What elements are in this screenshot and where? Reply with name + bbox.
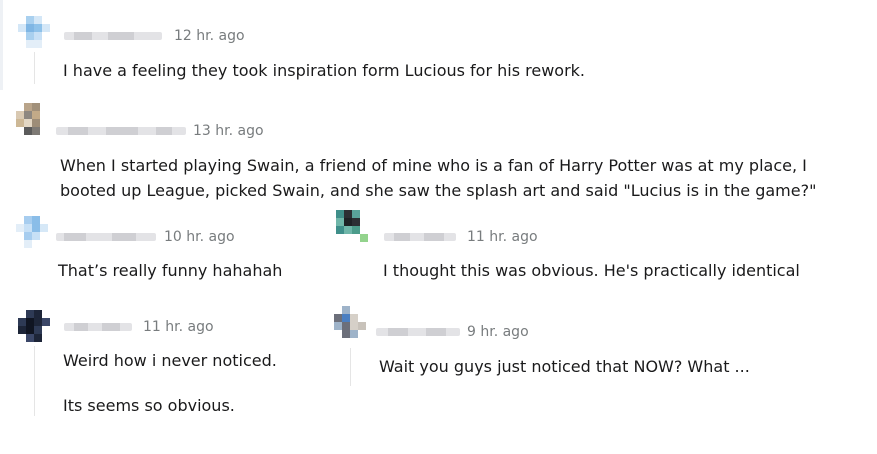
avatar[interactable] — [18, 16, 50, 48]
avatar-pixel — [350, 330, 358, 338]
comment-body: I have a feeling they took inspiration f… — [63, 61, 586, 80]
avatar-pixel — [34, 24, 42, 32]
comment-body: I thought this was obvious. He's practic… — [383, 261, 800, 280]
avatar-pixel — [18, 24, 26, 32]
avatar-pixel — [32, 127, 40, 135]
avatar-pixel — [34, 310, 42, 318]
avatar-pixel — [34, 40, 42, 48]
comment-body-line: Its seems so obvious. — [63, 396, 235, 415]
avatar-pixel — [334, 322, 342, 330]
avatar[interactable] — [18, 310, 50, 342]
avatar-pixel — [32, 119, 40, 127]
comment: 11 hr. ago I thought this was obvious. H… — [320, 210, 877, 290]
avatar-pixel — [360, 234, 368, 242]
avatar-pixel — [26, 334, 34, 342]
avatar-pixel — [24, 127, 32, 135]
avatar-pixel — [352, 210, 360, 218]
comment: 9 hr. ago Wait you guys just noticed tha… — [320, 296, 877, 396]
avatar-pixel — [42, 318, 50, 326]
avatar-pixel — [34, 32, 42, 40]
avatar-pixel — [342, 314, 350, 322]
comment-timestamp[interactable]: 13 hr. ago — [193, 122, 264, 140]
avatar-pixel — [26, 40, 34, 48]
comment-timestamp[interactable]: 11 hr. ago — [143, 318, 214, 336]
avatar-pixel — [24, 103, 32, 111]
comment: 13 hr. ago When I started playing Swain,… — [0, 95, 877, 210]
avatar-pixel — [32, 111, 40, 119]
avatar-pixel — [352, 226, 360, 234]
comment-timestamp[interactable]: 10 hr. ago — [164, 228, 235, 246]
comment-timestamp[interactable]: 9 hr. ago — [467, 323, 529, 341]
username-redacted[interactable] — [376, 328, 460, 336]
avatar-pixel — [16, 224, 24, 232]
avatar-pixel — [344, 226, 352, 234]
comment-timestamp[interactable]: 12 hr. ago — [174, 27, 245, 45]
avatar-pixel — [334, 314, 342, 322]
avatar-pixel — [32, 224, 40, 232]
avatar-pixel — [32, 216, 40, 224]
avatar-pixel — [342, 322, 350, 330]
avatar-pixel — [18, 326, 26, 334]
avatar-pixel — [342, 306, 350, 314]
comment-body: Wait you guys just noticed that NOW? Wha… — [379, 357, 750, 376]
comment-body-line: Weird how i never noticed. — [63, 351, 277, 370]
avatar[interactable] — [16, 216, 48, 248]
avatar-pixel — [336, 218, 344, 226]
avatar-pixel — [16, 111, 24, 119]
avatar-pixel — [18, 318, 26, 326]
username-redacted[interactable] — [64, 323, 132, 331]
avatar-pixel — [16, 119, 24, 127]
avatar-pixel — [40, 224, 48, 232]
username-redacted[interactable] — [56, 127, 186, 135]
username-redacted[interactable] — [56, 233, 156, 241]
thread-line — [350, 348, 351, 386]
avatar[interactable] — [334, 306, 366, 338]
avatar[interactable] — [336, 210, 368, 242]
username-redacted[interactable] — [64, 32, 162, 40]
avatar-pixel — [26, 310, 34, 318]
avatar-pixel — [34, 318, 42, 326]
comment-body-line: When I started playing Swain, a friend o… — [60, 156, 807, 175]
username-redacted[interactable] — [384, 233, 456, 241]
thread-line — [34, 52, 35, 84]
avatar-pixel — [344, 218, 352, 226]
avatar-pixel — [344, 210, 352, 218]
comment: 10 hr. ago That’s really funny hahahah — [0, 210, 320, 290]
avatar-pixel — [26, 24, 34, 32]
comment: 11 hr. ago Weird how i never noticed. It… — [0, 296, 320, 454]
avatar-pixel — [32, 232, 40, 240]
avatar-pixel — [32, 103, 40, 111]
comment-timestamp[interactable]: 11 hr. ago — [467, 228, 538, 246]
avatar-pixel — [24, 119, 32, 127]
comment: 12 hr. ago I have a feeling they took in… — [0, 0, 877, 95]
avatar-pixel — [350, 322, 358, 330]
avatar[interactable] — [16, 103, 48, 135]
avatar-pixel — [34, 326, 42, 334]
avatar-pixel — [24, 232, 32, 240]
avatar-pixel — [336, 226, 344, 234]
avatar-pixel — [24, 216, 32, 224]
avatar-pixel — [34, 16, 42, 24]
avatar-pixel — [336, 210, 344, 218]
avatar-pixel — [350, 314, 358, 322]
avatar-pixel — [26, 32, 34, 40]
avatar-pixel — [26, 16, 34, 24]
avatar-pixel — [24, 240, 32, 248]
avatar-pixel — [24, 224, 32, 232]
avatar-pixel — [342, 330, 350, 338]
avatar-pixel — [26, 326, 34, 334]
avatar-pixel — [26, 318, 34, 326]
avatar-pixel — [352, 218, 360, 226]
thread-line — [34, 346, 35, 416]
comment-body-line: booted up League, picked Swain, and she … — [60, 181, 817, 200]
avatar-pixel — [24, 111, 32, 119]
avatar-pixel — [34, 334, 42, 342]
avatar-pixel — [358, 322, 366, 330]
comment-body: That’s really funny hahahah — [58, 261, 283, 280]
avatar-pixel — [42, 24, 50, 32]
